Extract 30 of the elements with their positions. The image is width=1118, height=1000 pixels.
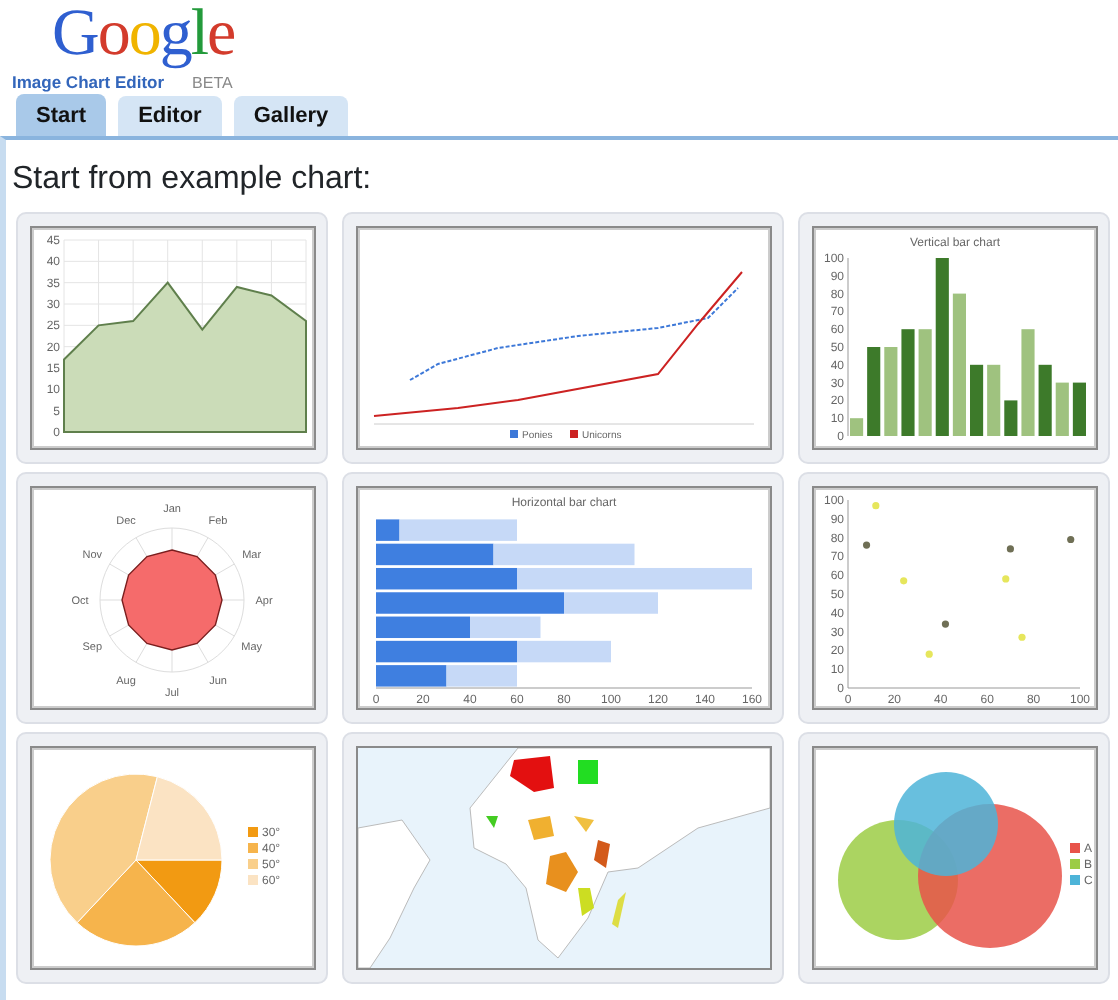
tab[interactable]: Editor: [118, 96, 222, 136]
data-point: [1005, 545, 1013, 553]
bar: [1071, 382, 1085, 436]
section-heading: Start from example chart:: [12, 162, 374, 198]
product-name: Image Chart Editor: [12, 70, 165, 96]
logo-wordmark: Google: [52, 4, 235, 64]
bar: [900, 329, 914, 436]
data-point: [924, 650, 932, 658]
bar: [1020, 329, 1034, 436]
bar: [1054, 382, 1068, 436]
bar: [917, 329, 931, 436]
tab[interactable]: Gallery: [233, 96, 349, 136]
bar: [866, 347, 880, 436]
data-point: [1001, 575, 1009, 583]
beta-label: BETA: [192, 72, 233, 96]
data-point: [899, 577, 907, 585]
data-point: [861, 541, 870, 549]
bar: [849, 418, 863, 436]
data-point: [1017, 633, 1025, 641]
tab[interactable]: Start: [16, 94, 107, 136]
radar-area: [120, 549, 222, 651]
data-point: [1066, 535, 1074, 544]
bar: [969, 364, 983, 436]
bar: [1037, 364, 1051, 436]
data-point: [940, 620, 949, 628]
bar: [986, 364, 1000, 436]
bar: [1003, 400, 1017, 436]
bar: [951, 293, 965, 436]
data-point: [871, 502, 879, 510]
bar: [883, 347, 897, 436]
